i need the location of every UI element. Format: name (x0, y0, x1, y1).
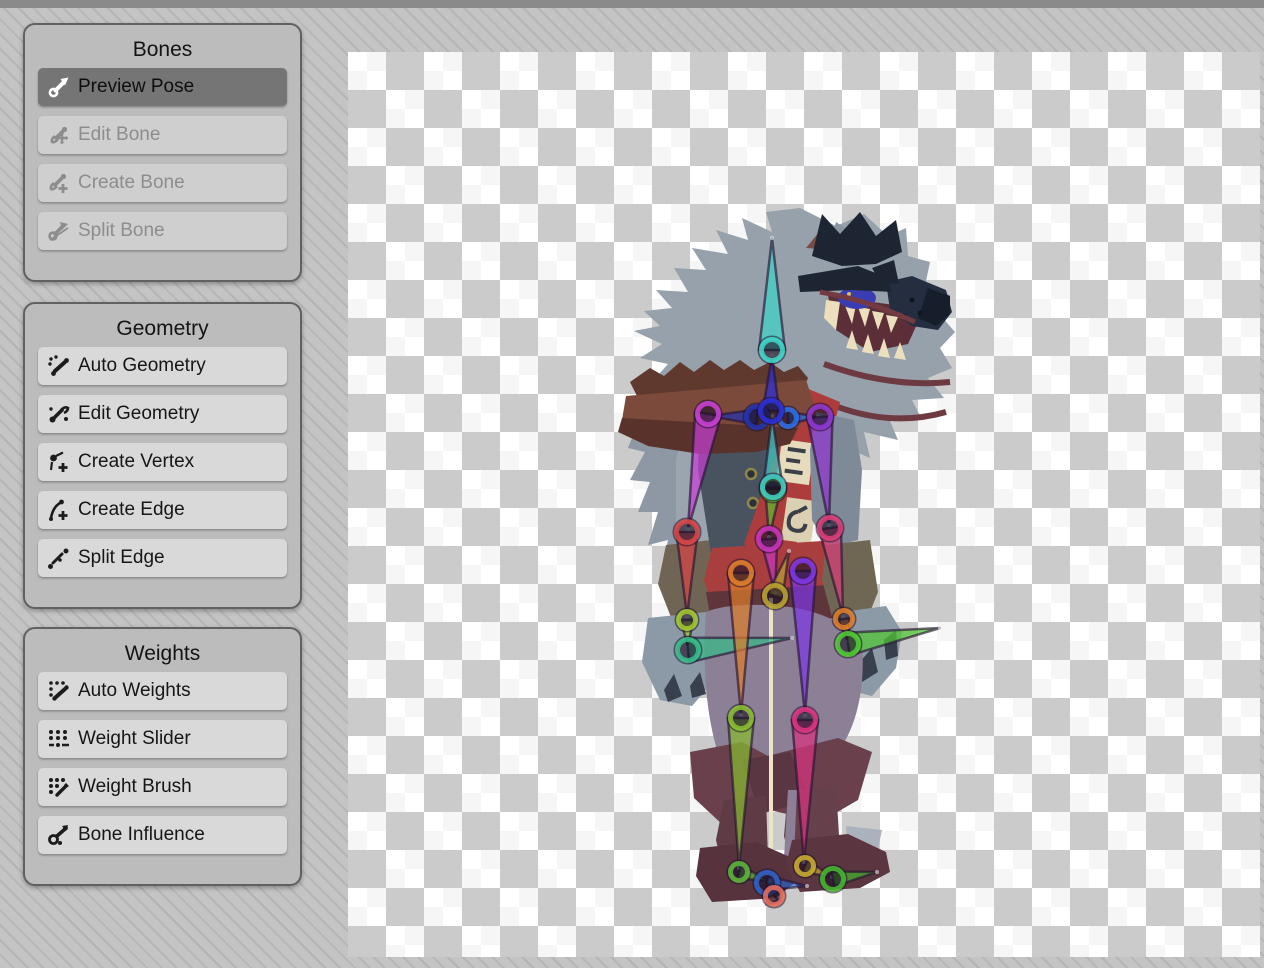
bone-influence-icon (47, 823, 71, 847)
split-bone-button[interactable]: Split Bone (38, 212, 287, 250)
wolf-nostril (909, 297, 914, 302)
edit-geometry-label: Edit Geometry (78, 403, 199, 425)
create-vertex-icon (47, 450, 71, 474)
joint-forearm-left[interactable] (677, 522, 698, 543)
joint-wrist-right[interactable] (836, 611, 853, 628)
weights-panel-title: Weights (25, 629, 300, 672)
wolf-hair (812, 212, 902, 266)
joint-thigh-right[interactable] (793, 561, 814, 582)
joint-spine-lower[interactable] (759, 529, 780, 550)
preview-pose-label: Preview Pose (78, 76, 194, 98)
wolf-nostril (917, 310, 922, 315)
joint-spine-upper[interactable] (763, 477, 784, 498)
joint-forearm-right[interactable] (820, 518, 841, 539)
joint-shin-right[interactable] (795, 710, 816, 731)
joint-hand-right[interactable] (838, 634, 859, 655)
auto-weights-icon (47, 679, 71, 703)
editor-workspace: Bones Preview Pose Edit Bone Create Bone… (0, 0, 1264, 968)
weight-slider-icon (47, 727, 71, 751)
preview-pose-button[interactable]: Preview Pose (38, 68, 287, 106)
edit-geometry-button[interactable]: Edit Geometry (38, 395, 287, 433)
bones-panel: Bones Preview Pose Edit Bone Create Bone… (23, 23, 302, 282)
joint-foot-left[interactable] (731, 864, 748, 881)
geometry-panel-title: Geometry (25, 304, 300, 347)
create-edge-icon (47, 498, 71, 522)
bone-hand-left-tip (790, 636, 794, 640)
weight-brush-button[interactable]: Weight Brush (38, 768, 287, 806)
auto-geometry-icon (47, 354, 71, 378)
bone-hand-right-tip (938, 626, 942, 630)
joint-tail[interactable] (765, 586, 786, 607)
preview-pose-icon (47, 75, 71, 99)
create-bone-icon (47, 171, 71, 195)
joint-toe-tip-left[interactable] (766, 888, 783, 905)
weight-slider-button[interactable]: Weight Slider (38, 720, 287, 758)
bone-head-tip (770, 236, 774, 240)
joint-upper-arm-right[interactable] (810, 407, 831, 428)
joint-head[interactable] (762, 340, 783, 361)
split-edge-label: Split Edge (78, 547, 165, 569)
bones-panel-title: Bones (25, 25, 300, 68)
bone-influence-label: Bone Influence (78, 824, 205, 846)
bone-toes-right-tip (875, 870, 879, 874)
split-bone-icon (47, 219, 71, 243)
split-edge-button[interactable]: Split Edge (38, 539, 287, 577)
split-bone-label: Split Bone (78, 220, 165, 242)
auto-geometry-button[interactable]: Auto Geometry (38, 347, 287, 385)
geometry-panel: Geometry Auto Geometry Edit Geometry Cre… (23, 302, 302, 609)
auto-weights-label: Auto Weights (78, 680, 191, 702)
sash-patch-rune (781, 497, 817, 544)
create-bone-button[interactable]: Create Bone (38, 164, 287, 202)
joint-hand-left[interactable] (678, 640, 699, 661)
joint-shin-left[interactable] (731, 708, 752, 729)
auto-weights-button[interactable]: Auto Weights (38, 672, 287, 710)
auto-geometry-label: Auto Geometry (78, 355, 206, 377)
joint-foot-right[interactable] (797, 858, 814, 875)
weight-brush-label: Weight Brush (78, 776, 192, 798)
create-edge-button[interactable]: Create Edge (38, 491, 287, 529)
joint-wrist-left[interactable] (679, 612, 696, 629)
edit-bone-icon (47, 123, 71, 147)
joint-upper-arm-left[interactable] (698, 404, 719, 425)
create-vertex-button[interactable]: Create Vertex (38, 443, 287, 481)
create-edge-label: Create Edge (78, 499, 185, 521)
weight-brush-icon (47, 775, 71, 799)
sprite-canvas[interactable] (348, 52, 1260, 957)
create-vertex-label: Create Vertex (78, 451, 194, 473)
window-top-strip (0, 0, 1264, 8)
split-edge-icon (47, 546, 71, 570)
joint-toes-right[interactable] (823, 869, 844, 890)
weights-panel: Weights Auto Weights Weight Slider Weigh… (23, 627, 302, 886)
edit-bone-label: Edit Bone (78, 124, 160, 146)
joint-thigh-left[interactable] (731, 563, 752, 584)
bone-toes-left-tip (805, 884, 809, 888)
weight-slider-label: Weight Slider (78, 728, 191, 750)
bone-influence-button[interactable]: Bone Influence (38, 816, 287, 854)
joint-neck[interactable] (761, 401, 782, 422)
edit-geometry-icon (47, 402, 71, 426)
bone-tail-tip (787, 549, 791, 553)
edit-bone-button[interactable]: Edit Bone (38, 116, 287, 154)
create-bone-label: Create Bone (78, 172, 185, 194)
